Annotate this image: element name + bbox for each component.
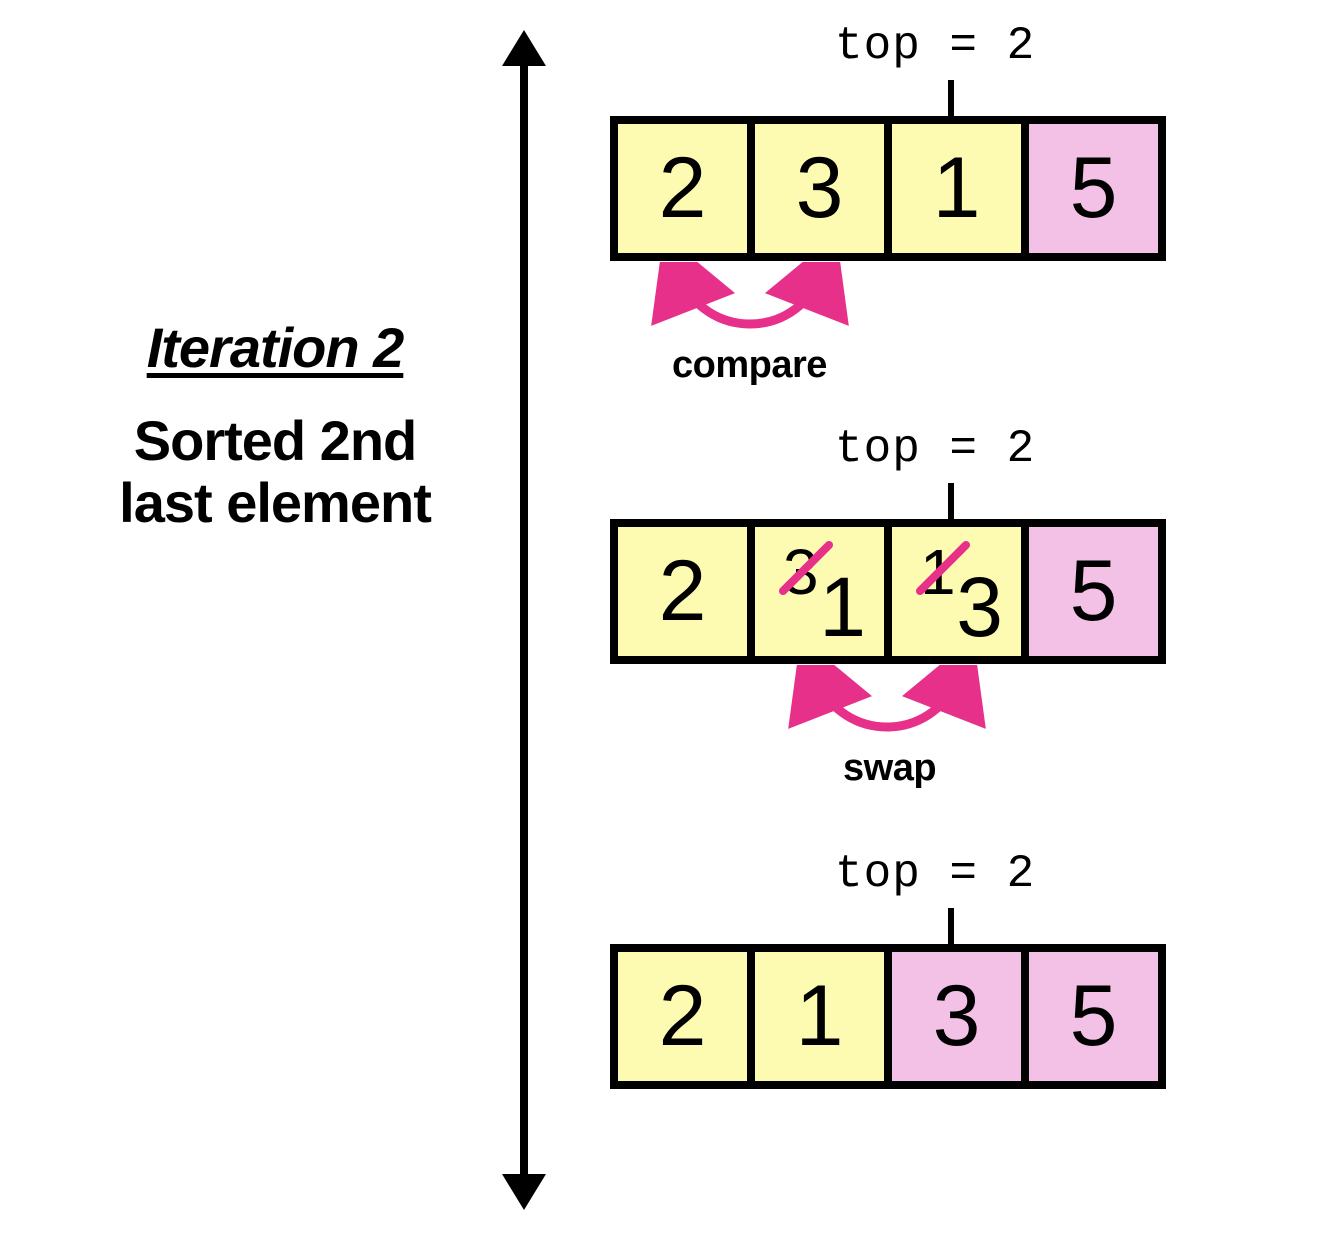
array-cell-sorted: 5 [1021,116,1166,261]
array-row-2: 2 3 1 1 3 5 [610,519,1166,664]
array-cell-sorted: 5 [1021,519,1166,664]
struck-value: 1 [920,535,956,609]
new-value: 1 [819,559,866,656]
struck-value: 3 [783,535,819,609]
top-index-tick [948,908,954,944]
array-cell-swap: 3 1 [747,519,892,664]
vertical-extent-arrow [494,30,554,1210]
compare-label: compare [672,344,827,387]
array-cell-sorted: 5 [1021,944,1166,1089]
array-cell: 3 [747,116,892,261]
iteration-subtitle-line2: last element [35,472,515,534]
array-cell: 1 [884,116,1029,261]
array-cell-swap: 1 3 [884,519,1029,664]
array-cell: 2 [610,519,755,664]
top-index-tick [948,80,954,116]
iteration-title: Iteration 2 [35,315,515,380]
swap-label: swap [843,747,936,790]
array-row-3: 2 1 3 5 [610,944,1166,1089]
iteration-subtitle-line1: Sorted 2nd [35,410,515,472]
top-index-label: top = 2 [835,848,1035,900]
array-cell: 2 [610,944,755,1089]
top-index-label: top = 2 [835,20,1035,72]
top-index-tick [948,483,954,519]
top-index-label: top = 2 [835,423,1035,475]
array-cell: 2 [610,116,755,261]
new-value: 3 [956,559,1003,656]
array-cell-sorted: 3 [884,944,1029,1089]
array-row-1: 2 3 1 5 [610,116,1166,261]
array-cell: 1 [747,944,892,1089]
